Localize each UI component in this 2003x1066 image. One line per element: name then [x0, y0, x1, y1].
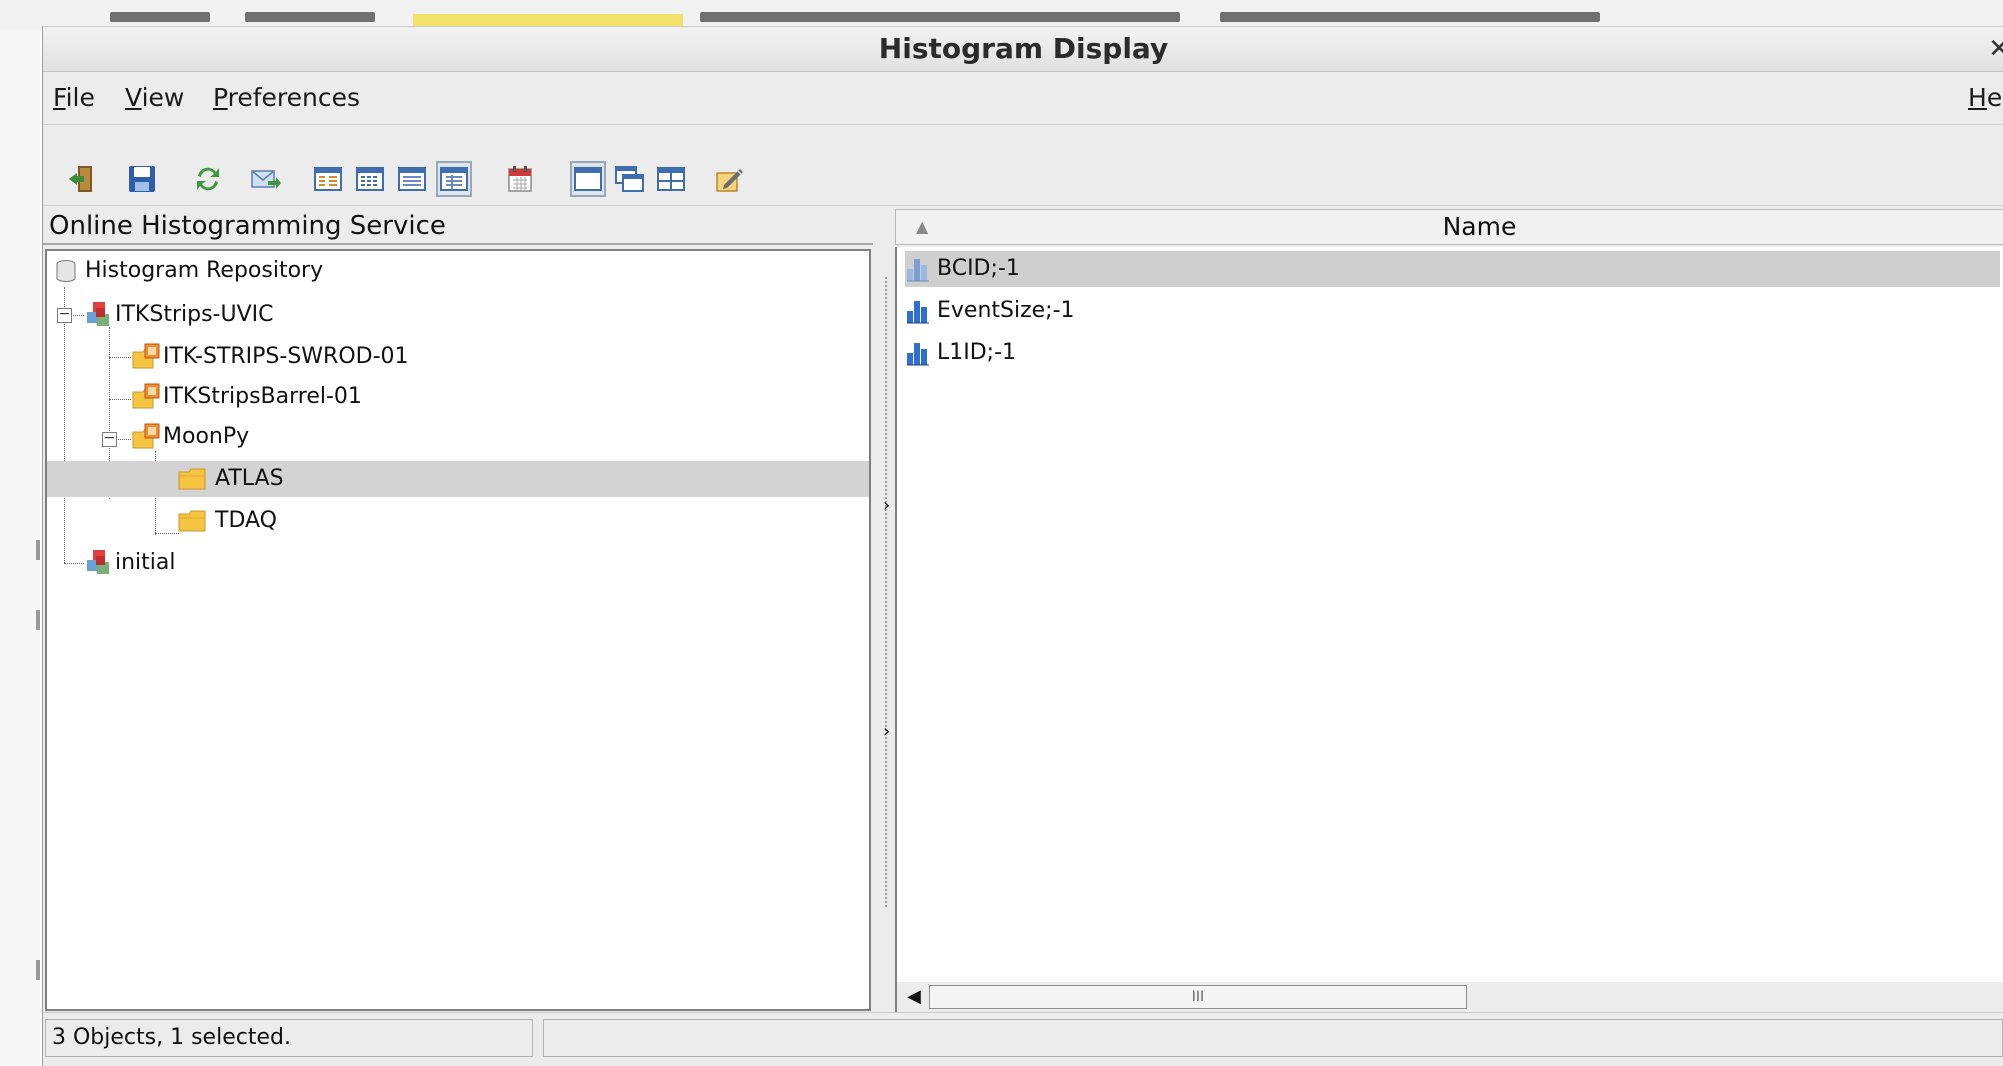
tree-item-tdaq[interactable]: TDAQ [177, 503, 277, 539]
tree-connector [109, 357, 131, 358]
menu-preferences[interactable]: Preferences [213, 72, 360, 124]
cascade-window-icon[interactable] [612, 162, 646, 196]
tree-connector [64, 287, 65, 563]
calendar-icon[interactable] [503, 162, 537, 196]
title-bar[interactable]: Histogram Display ✕ [43, 27, 2003, 72]
scroll-left-icon[interactable]: ◀ [907, 986, 921, 1007]
folder-icon [178, 510, 206, 532]
exit-icon[interactable] [65, 162, 99, 196]
tile-window-icon[interactable] [654, 162, 688, 196]
status-bar: 3 Objects, 1 selected. [43, 1012, 2003, 1066]
status-text: 3 Objects, 1 selected. [45, 1019, 533, 1057]
send-icon[interactable] [249, 162, 283, 196]
histogram-list[interactable]: BCID;-1 EventSize;-1 L1ID;-1 [895, 247, 2003, 982]
menu-file[interactable]: File [53, 72, 95, 124]
close-icon[interactable]: ✕ [1988, 27, 2003, 71]
table-view-3-icon[interactable] [395, 162, 429, 196]
horizontal-scrollbar[interactable]: ◀ III [895, 982, 2003, 1012]
database-icon [56, 260, 76, 282]
tree-item-itkstrips-uvic[interactable]: ITKStrips-UVIC [83, 297, 273, 333]
tree-item-moonpy[interactable]: MoonPy [131, 419, 249, 455]
single-window-icon[interactable] [570, 161, 606, 197]
tree-item-histogram-repository[interactable]: Histogram Repository [53, 253, 323, 289]
folder-icon [178, 468, 206, 490]
partition-icon [87, 302, 109, 326]
pane-splitter[interactable]: › › [879, 207, 895, 1012]
tree-item-atlas[interactable]: ATLAS [47, 461, 869, 497]
toolbar [43, 125, 2003, 206]
background-mark [36, 610, 40, 630]
background-blob [245, 12, 375, 22]
collapse-toggle[interactable]: − [102, 431, 117, 447]
histogram-icon [907, 301, 929, 324]
histogram-icon [907, 343, 929, 366]
edit-preferences-icon[interactable] [713, 162, 747, 196]
name-column-header[interactable]: ▲ Name [895, 209, 2003, 245]
server-folder-icon [132, 383, 160, 409]
tree-item-itk-strips-swrod-01[interactable]: ITK-STRIPS-SWROD-01 [131, 339, 409, 375]
background-blob [1220, 12, 1600, 22]
tree-connector [109, 399, 131, 400]
background-mark [36, 960, 40, 980]
partition-icon [87, 550, 109, 574]
list-item-bcid[interactable]: BCID;-1 [905, 251, 2000, 287]
object-list-pane: ▲ Name BCID;-1 EventSize;-1 L1ID;-1 ◀ II… [895, 207, 2003, 1012]
background-blob [700, 12, 1180, 22]
menu-help[interactable]: Help [1968, 72, 2003, 124]
tree-connector [155, 533, 179, 534]
splitter-arrow-icon[interactable]: › [883, 721, 890, 742]
splitter-grip [885, 277, 887, 907]
status-secondary [543, 1019, 2003, 1057]
background-mark [36, 540, 40, 560]
splitter-arrow-icon[interactable]: › [883, 495, 890, 516]
menu-view[interactable]: View [125, 72, 184, 124]
table-view-4-icon[interactable] [436, 161, 472, 197]
table-view-1-icon[interactable] [311, 162, 345, 196]
background-desktop-edge [0, 30, 40, 1065]
table-view-2-icon[interactable] [353, 162, 387, 196]
background-highlight [413, 14, 683, 26]
server-folder-icon [132, 343, 160, 369]
tree-pane-header: Online Histogramming Service [43, 207, 873, 245]
service-tree[interactable]: − − Histogram Repository ITKStrips-UVIC … [45, 249, 871, 1011]
server-folder-icon [132, 423, 160, 449]
tree-item-itkstripsbarrel-01[interactable]: ITKStripsBarrel-01 [131, 379, 362, 415]
collapse-toggle[interactable]: − [57, 307, 72, 323]
list-item-eventsize[interactable]: EventSize;-1 [905, 293, 1081, 329]
refresh-icon[interactable] [191, 162, 225, 196]
scroll-thumb[interactable]: III [929, 985, 1467, 1009]
list-item-l1id[interactable]: L1ID;-1 [905, 335, 1022, 371]
menu-bar: File View Preferences Help [43, 72, 2003, 125]
save-icon[interactable] [125, 162, 159, 196]
histogram-display-window: Histogram Display ✕ File View Preference… [42, 26, 2003, 1066]
tree-item-initial[interactable]: initial [83, 545, 176, 581]
tree-pane: Online Histogramming Service − − Histogr… [43, 207, 873, 1012]
histogram-icon [907, 259, 929, 282]
window-title: Histogram Display [878, 32, 1169, 65]
tree-connector [64, 563, 84, 564]
background-blob [110, 12, 210, 22]
